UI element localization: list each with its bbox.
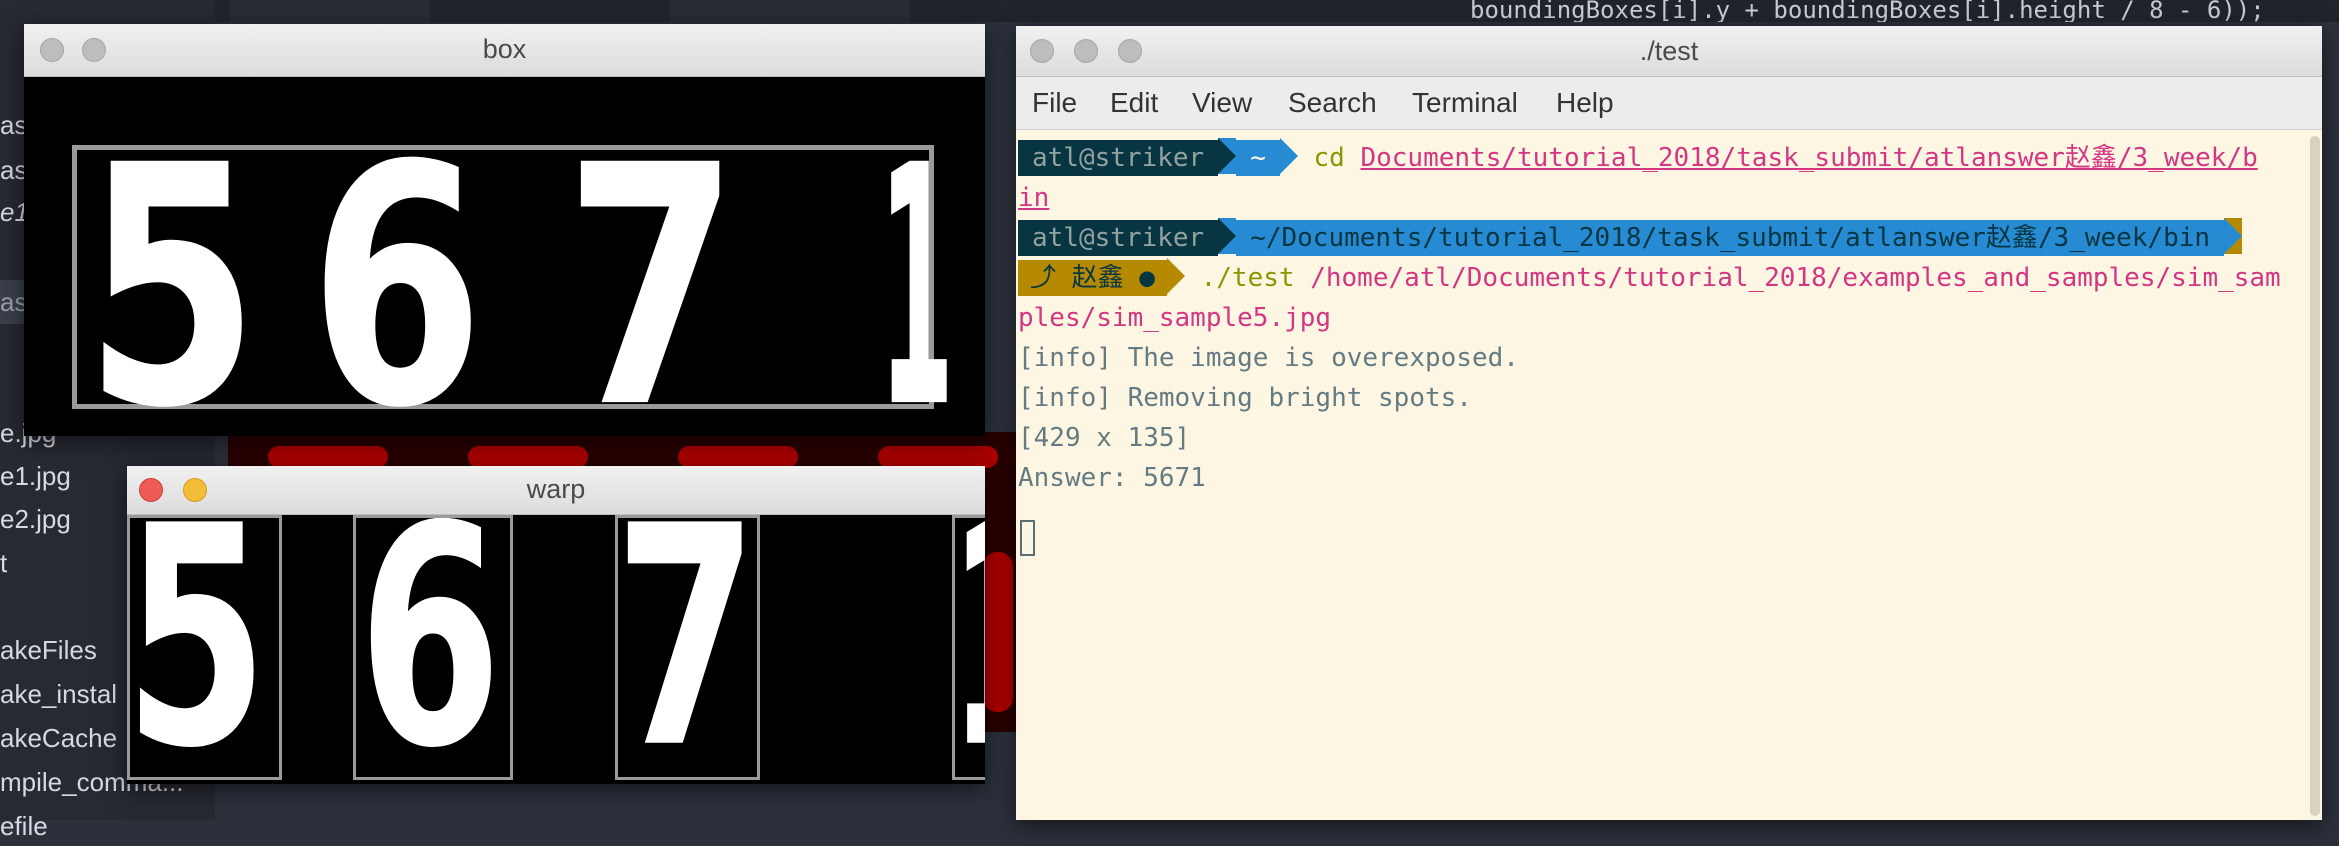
terminal-scrollbar[interactable] (2310, 136, 2320, 816)
box-digit: 6 (309, 94, 485, 481)
prompt-arrow (2224, 218, 2243, 254)
command: cd (1313, 143, 1345, 173)
prompt-user: atl@striker (1018, 220, 1219, 256)
terminal-output[interactable]: atl@striker ~ cd Documents/tutorial_2018/… (1016, 130, 2322, 820)
command-argument: ples/sim_sample5.jpg (1018, 303, 1332, 333)
output-line: Answer: 5671 (1018, 463, 1206, 493)
file-tree-item[interactable]: efile (0, 806, 230, 846)
output-line: [info] The image is overexposed. (1018, 343, 1519, 373)
prompt-arrow (1218, 138, 1237, 174)
warp-digit-cell: 7 (615, 515, 760, 780)
box-digit: 1 (879, 94, 955, 481)
editor-code-line: boundingBoxes[i].y + boundingBoxes[i].he… (1470, 0, 2265, 22)
terminal-window[interactable]: ./test File Edit View Search Terminal He… (1016, 26, 2322, 820)
warp-window-titlebar[interactable]: warp (127, 466, 985, 515)
menu-terminal[interactable]: Terminal (1412, 77, 1518, 129)
git-branch-segment: ⤴ 赵鑫 ● (1018, 260, 1167, 296)
text-cursor (1020, 520, 1035, 556)
box-window[interactable]: box 5 6 7 1 (24, 24, 985, 453)
warp-digit-cell: 5 (127, 515, 282, 780)
wrapped-line: in (1018, 178, 1049, 218)
box-image: 5 6 7 1 (24, 77, 985, 453)
warp-digit: 7 (615, 515, 759, 780)
warp-digit-cell: 6 (353, 515, 513, 780)
prompt-line: atl@striker ~ cd Documents/tutorial_2018/… (1018, 138, 2258, 178)
terminal-menubar: File Edit View Search Terminal Help (1016, 77, 2322, 130)
box-window-titlebar[interactable]: box (24, 24, 985, 77)
box-digit: 7 (564, 94, 740, 481)
window-title: ./test (1639, 36, 1699, 66)
command-argument: /home/atl/Documents/tutorial_2018/exampl… (1310, 263, 2281, 293)
menu-search[interactable]: Search (1288, 77, 1377, 129)
prompt-line: ⤴ 赵鑫 ● ./test /home/atl/Documents/tutori… (1018, 258, 2281, 298)
box-digit: 5 (84, 94, 260, 481)
command-argument: Documents/tutorial_2018/task_submit/atla… (1360, 143, 2258, 173)
window-title: warp (526, 474, 586, 504)
terminal-titlebar[interactable]: ./test (1016, 26, 2322, 77)
warp-digit: 6 (358, 515, 503, 780)
warp-digit: 5 (127, 515, 269, 780)
window-title: box (482, 34, 527, 64)
output-line: [info] Removing bright spots. (1018, 383, 1472, 413)
menu-edit[interactable]: Edit (1110, 77, 1158, 129)
prompt-arrow (1218, 218, 1237, 254)
warp-image: 5 6 7 1 (127, 515, 985, 784)
output-line: [429 x 135] (1018, 423, 1191, 453)
menu-help[interactable]: Help (1556, 77, 1614, 129)
prompt-line: atl@striker ~/Documents/tutorial_2018/tas… (1018, 218, 2243, 258)
warp-window[interactable]: warp 5 6 7 1 (127, 466, 985, 784)
prompt-arrow (1279, 138, 1298, 174)
prompt-dir: ~ (1236, 140, 1280, 176)
warp-digit-cell: 1 (952, 515, 985, 780)
prompt-user: atl@striker (1018, 140, 1219, 176)
menu-file[interactable]: File (1032, 77, 1077, 129)
wrapped-line: ples/sim_sample5.jpg (1018, 298, 1331, 338)
command-argument: in (1018, 183, 1050, 213)
menu-view[interactable]: View (1192, 77, 1252, 129)
prompt-arrow (1166, 258, 1185, 294)
prompt-dir: ~/Documents/tutorial_2018/task_submit/at… (1236, 220, 2225, 256)
warp-digit: 1 (955, 518, 985, 777)
command: ./test (1200, 263, 1295, 293)
